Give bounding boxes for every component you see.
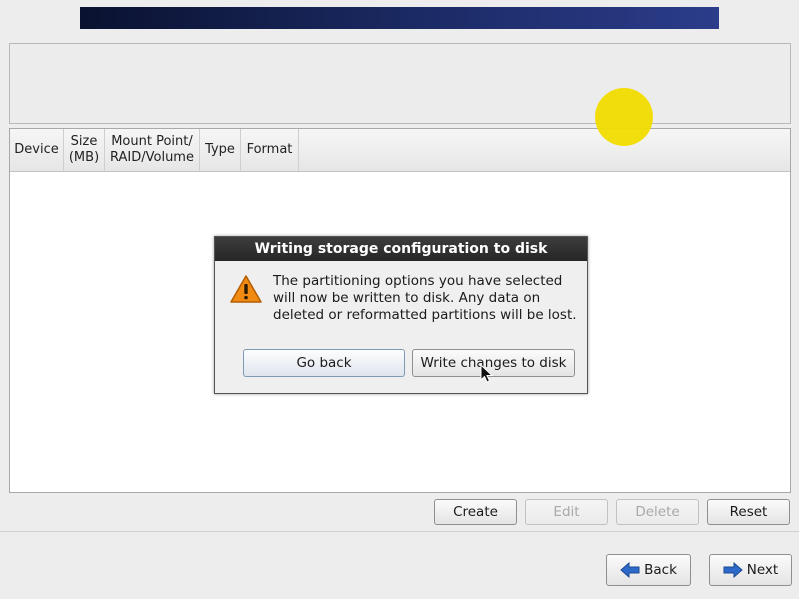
info-panel (9, 43, 791, 124)
column-format[interactable]: Format (241, 129, 299, 171)
create-button[interactable]: Create (434, 499, 517, 525)
warning-icon (230, 275, 262, 303)
reset-button[interactable]: Reset (707, 499, 790, 525)
go-back-button[interactable]: Go back (243, 349, 405, 377)
arrow-right-icon (723, 562, 743, 578)
divider (0, 531, 799, 532)
mouse-pointer-icon (480, 364, 494, 383)
confirm-dialog: Writing storage configuration to disk Th… (214, 236, 588, 394)
top-banner (80, 7, 719, 29)
back-button[interactable]: Back (606, 554, 691, 586)
delete-button[interactable]: Delete (616, 499, 699, 525)
next-label: Next (746, 562, 779, 578)
next-button[interactable]: Next (709, 554, 792, 586)
table-header: Device Size (MB) Mount Point/ RAID/Volum… (10, 129, 790, 172)
column-device[interactable]: Device (10, 129, 64, 171)
column-size[interactable]: Size (MB) (64, 129, 105, 171)
arrow-left-icon (620, 562, 640, 578)
column-type[interactable]: Type (200, 129, 241, 171)
back-label: Back (644, 562, 677, 578)
edit-button[interactable]: Edit (525, 499, 608, 525)
dialog-message: The partitioning options you have select… (273, 273, 577, 323)
column-mount-point[interactable]: Mount Point/ RAID/Volume (105, 129, 200, 171)
cursor-highlight (595, 88, 653, 146)
dialog-title: Writing storage configuration to disk (215, 237, 587, 261)
